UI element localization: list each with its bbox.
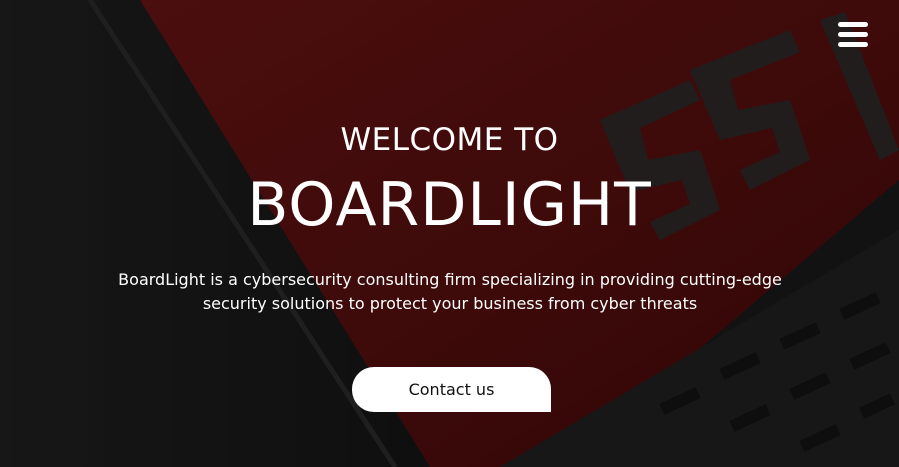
menu-bar bbox=[838, 42, 868, 47]
hero-welcome-text: WELCOME TO bbox=[340, 122, 559, 158]
hero-section: WELCOME TO BOARDLIGHT BoardLight is a cy… bbox=[0, 0, 899, 467]
hero-brand-title: BOARDLIGHT bbox=[247, 170, 652, 240]
hamburger-menu-icon[interactable] bbox=[838, 22, 868, 48]
menu-bar bbox=[838, 22, 868, 27]
menu-bar bbox=[838, 32, 868, 37]
contact-us-button[interactable]: Contact us bbox=[352, 367, 551, 412]
hero-description: BoardLight is a cybersecurity consulting… bbox=[118, 270, 782, 313]
